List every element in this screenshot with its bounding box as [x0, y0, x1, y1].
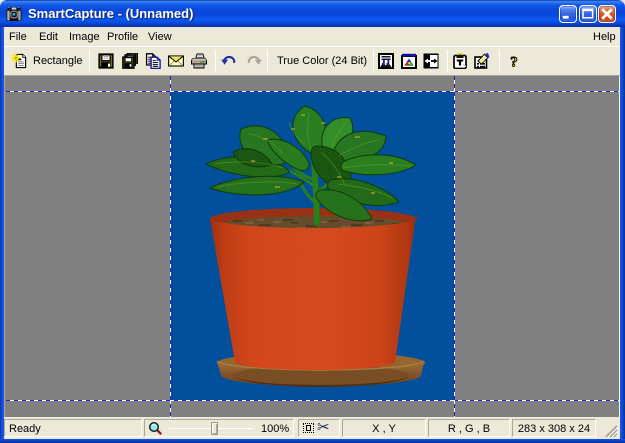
svg-text:?: ? — [510, 54, 518, 69]
